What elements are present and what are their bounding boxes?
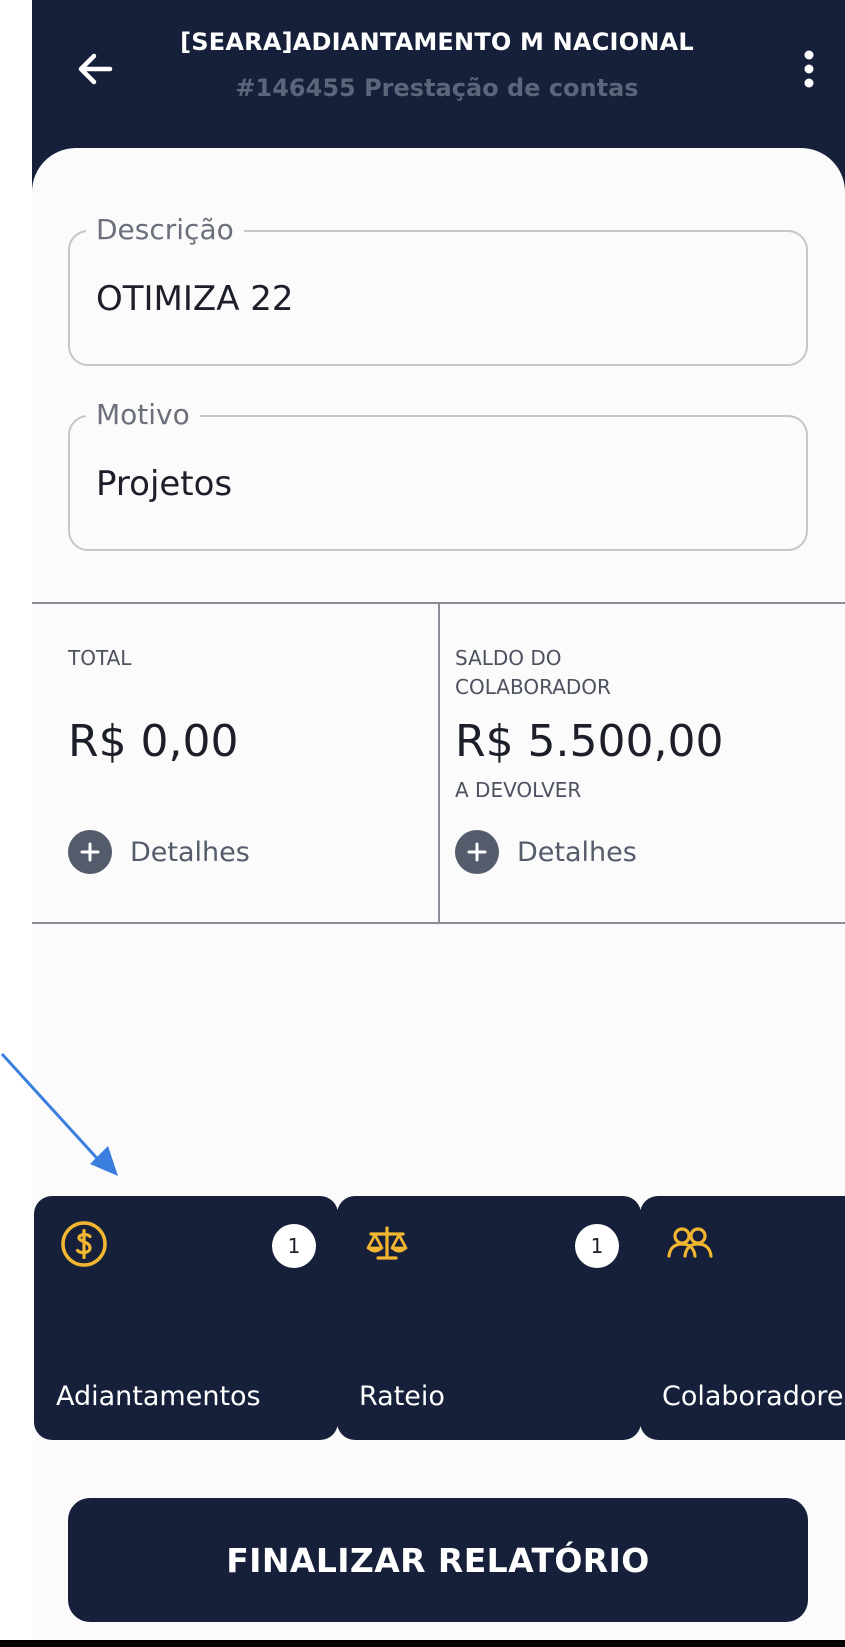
description-value: OTIMIZA 22 bbox=[96, 279, 294, 319]
card-collaborators[interactable]: Colaboradores bbox=[640, 1196, 845, 1440]
dollar-coin-icon bbox=[61, 1221, 107, 1267]
reason-field[interactable]: Motivo Projetos bbox=[68, 395, 808, 551]
users-icon bbox=[667, 1227, 713, 1258]
finalize-report-button[interactable]: FINALIZAR RELATÓRIO bbox=[68, 1498, 808, 1622]
more-options-button[interactable] bbox=[794, 42, 824, 96]
scale-icon bbox=[366, 1226, 408, 1260]
app-header: [SEARA]ADIANTAMENTO M NACIONAL #146455 P… bbox=[32, 0, 845, 150]
allocation-label: Rateio bbox=[359, 1381, 445, 1412]
page: [SEARA]ADIANTAMENTO M NACIONAL #146455 P… bbox=[0, 0, 845, 1647]
total-label: TOTAL bbox=[68, 646, 132, 670]
page-subtitle: #146455 Prestação de contas bbox=[235, 74, 639, 102]
balance-label: SALDO DO COLABORADOR bbox=[455, 646, 611, 699]
description-field[interactable]: Descrição OTIMIZA 22 bbox=[68, 210, 808, 366]
summary-panel: TOTAL R$ 0,00 Detalhes SALDO DO COLABORA… bbox=[32, 602, 845, 924]
collaborators-label: Colaboradores bbox=[662, 1381, 845, 1412]
more-vertical-icon bbox=[804, 50, 814, 88]
annotation-arrow bbox=[0, 1052, 118, 1176]
summary-divider bbox=[438, 604, 440, 922]
feature-cards: 1 Adiantamentos 1 Rateio Colaboradores bbox=[34, 1196, 845, 1442]
reason-label: Motivo bbox=[86, 395, 200, 435]
total-details-button[interactable]: Detalhes bbox=[68, 830, 250, 874]
balance-details-button[interactable]: Detalhes bbox=[455, 830, 637, 874]
page-title: [SEARA]ADIANTAMENTO M NACIONAL bbox=[180, 28, 694, 56]
plus-circle-icon bbox=[68, 830, 112, 874]
balance-column: SALDO DO COLABORADOR R$ 5.500,00 A DEVOL… bbox=[455, 604, 835, 922]
total-value: R$ 0,00 bbox=[68, 716, 239, 767]
total-details-label: Detalhes bbox=[130, 836, 250, 868]
card-allocation[interactable]: 1 Rateio bbox=[337, 1196, 641, 1440]
card-advances[interactable]: 1 Adiantamentos bbox=[34, 1196, 338, 1440]
plus-circle-icon bbox=[455, 830, 499, 874]
advances-label: Adiantamentos bbox=[56, 1381, 261, 1412]
advances-count-badge: 1 bbox=[272, 1224, 316, 1268]
app-screen: [SEARA]ADIANTAMENTO M NACIONAL #146455 P… bbox=[32, 0, 845, 1640]
content-sheet: Descrição OTIMIZA 22 Motivo Projetos TOT… bbox=[32, 148, 845, 1640]
balance-value: R$ 5.500,00 bbox=[455, 716, 724, 767]
back-button[interactable] bbox=[68, 42, 122, 96]
reason-value: Projetos bbox=[96, 464, 233, 504]
balance-status: A DEVOLVER bbox=[455, 778, 582, 802]
description-label: Descrição bbox=[86, 210, 244, 250]
allocation-count-badge: 1 bbox=[575, 1224, 619, 1268]
system-bottom-bar bbox=[0, 1640, 845, 1647]
balance-details-label: Detalhes bbox=[517, 836, 637, 868]
total-column: TOTAL R$ 0,00 Detalhes bbox=[68, 604, 428, 922]
arrow-left-icon bbox=[78, 53, 113, 85]
